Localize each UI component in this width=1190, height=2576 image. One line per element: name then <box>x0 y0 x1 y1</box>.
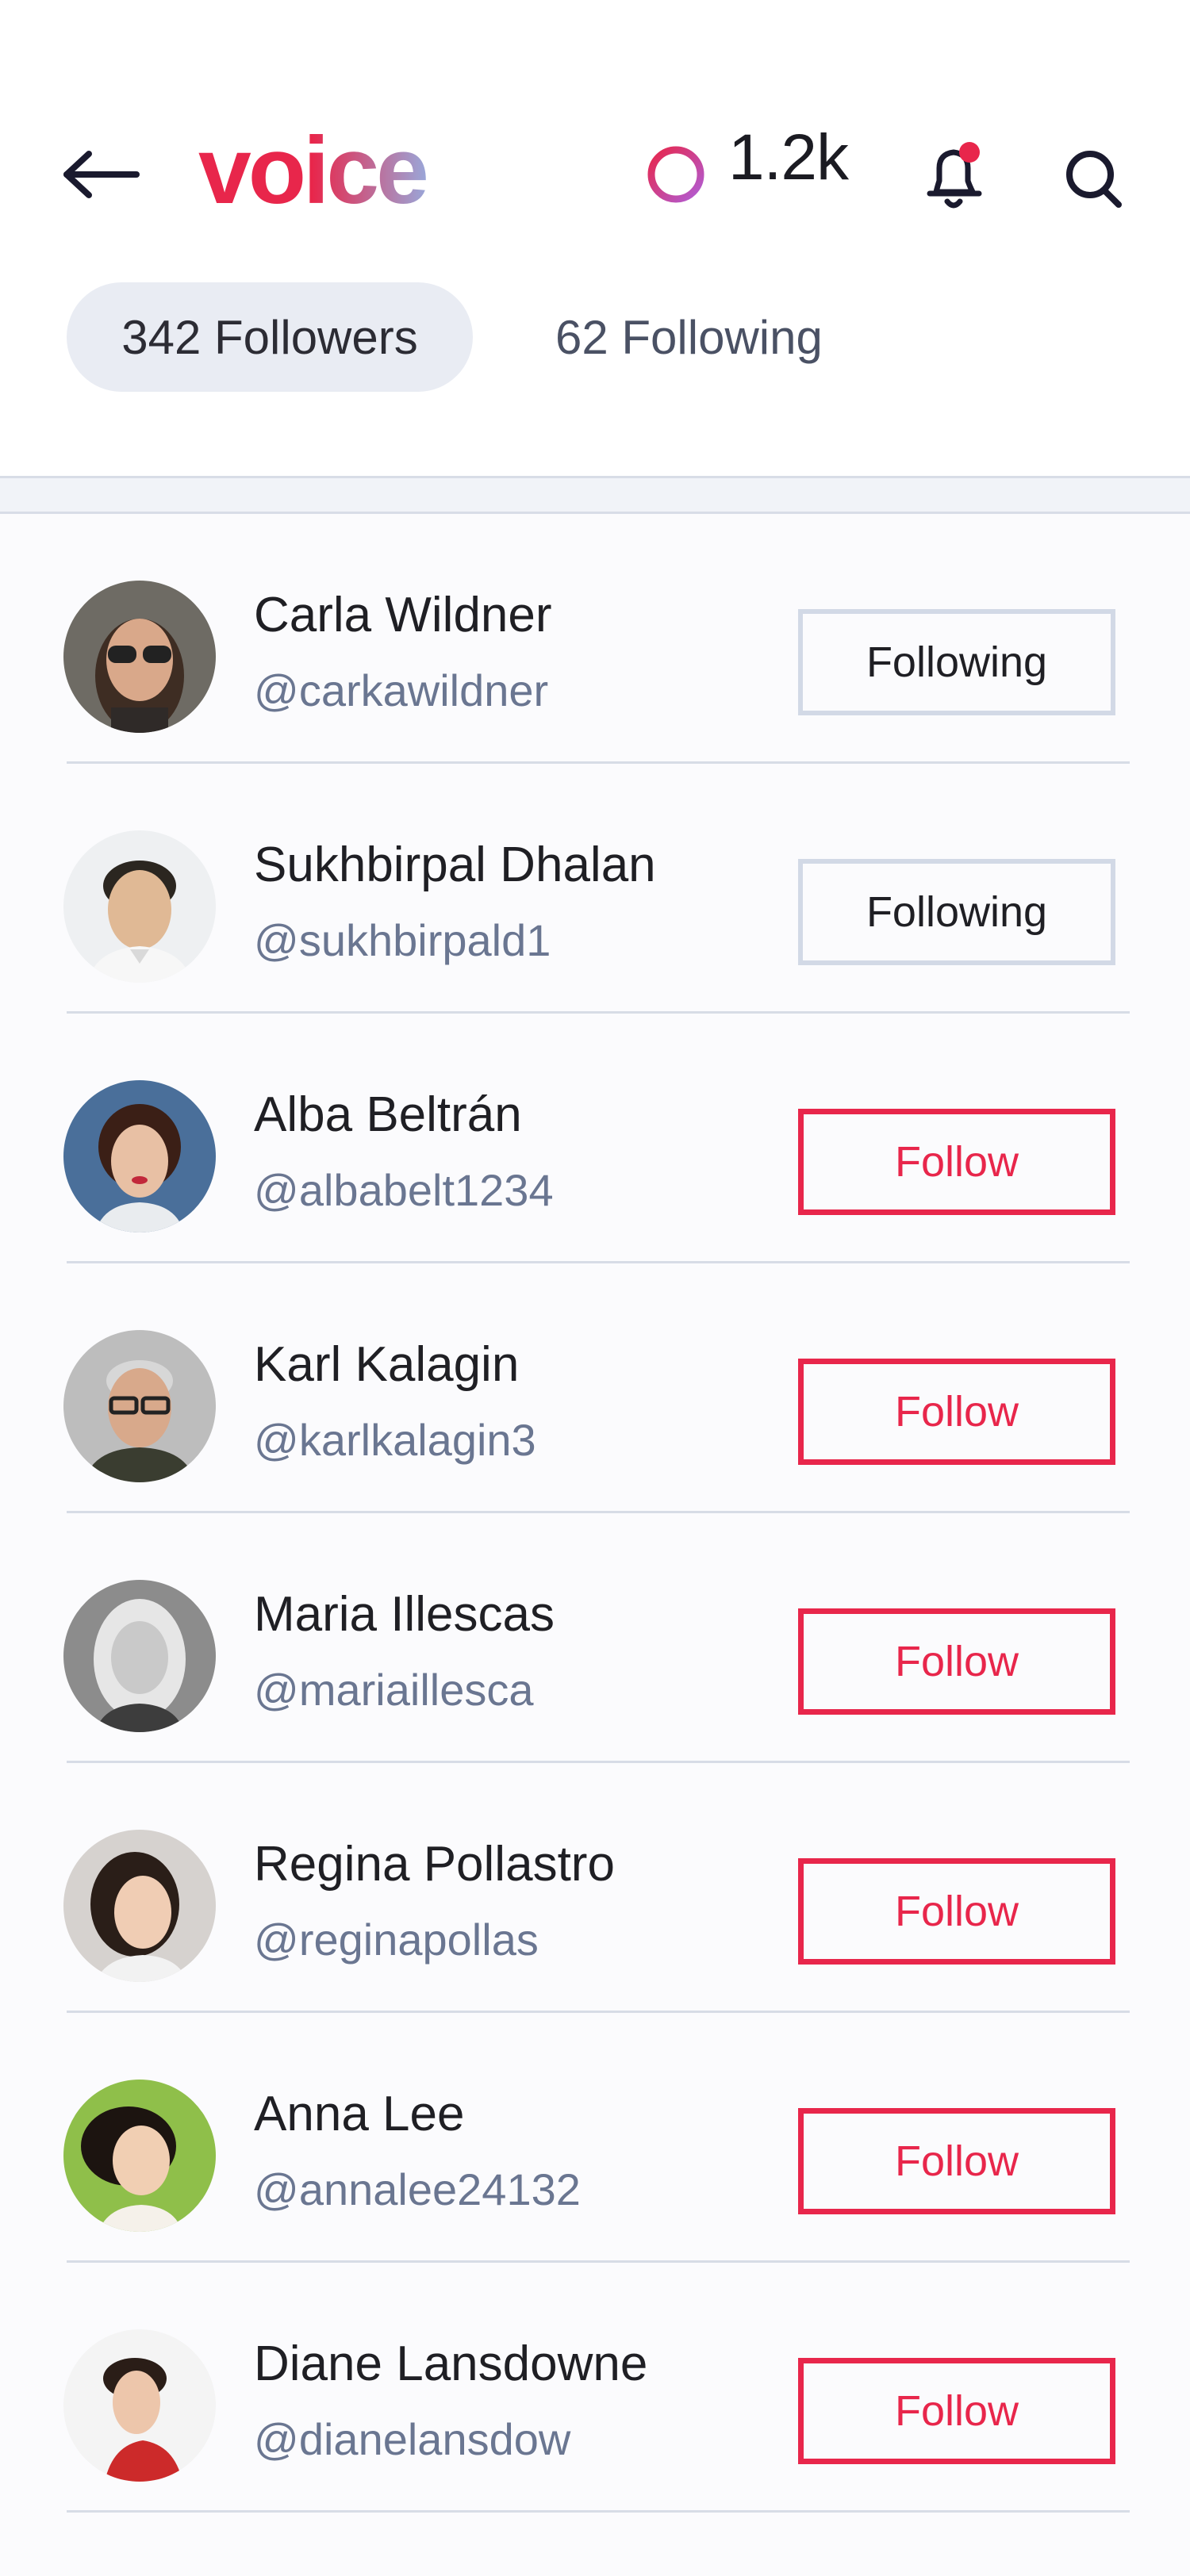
user-handle: @mariaillesca <box>254 1665 534 1715</box>
user-handle: @reginapollas <box>254 1915 539 1965</box>
search-icon[interactable] <box>1060 143 1131 214</box>
user-handle: @carkawildner <box>254 665 549 715</box>
avatar[interactable] <box>63 581 216 733</box>
list-item[interactable]: Anna Lee @annalee24132 Follow <box>0 2013 1190 2263</box>
avatar[interactable] <box>63 1830 216 1982</box>
avatar[interactable] <box>63 1580 216 1732</box>
user-name: Maria Illescas <box>254 1587 555 1642</box>
follow-button[interactable]: Follow <box>798 1359 1115 1465</box>
notification-dot <box>959 142 980 163</box>
tab-followers-label: 342 Followers <box>121 310 418 364</box>
list-item[interactable]: Carla Wildner @carkawildner Following <box>0 514 1190 764</box>
tab-following-label: 62 Following <box>555 310 823 364</box>
follow-button[interactable]: Follow <box>798 1109 1115 1215</box>
avatar[interactable] <box>63 1330 216 1482</box>
following-button[interactable]: Following <box>798 859 1115 965</box>
coin-icon[interactable] <box>644 143 708 206</box>
user-handle: @dianelansdow <box>254 2414 571 2464</box>
user-name: Alba Beltrán <box>254 1087 522 1142</box>
list-item[interactable]: Maria Illescas @mariaillesca Follow <box>0 1513 1190 1763</box>
avatar[interactable] <box>63 2329 216 2482</box>
following-button[interactable]: Following <box>798 609 1115 715</box>
tab-followers[interactable]: 342 Followers <box>67 282 473 392</box>
avatar[interactable] <box>63 2080 216 2232</box>
user-name: Anna Lee <box>254 2087 465 2141</box>
list-item[interactable]: Alba Beltrán @albabelt1234 Follow <box>0 1014 1190 1263</box>
top-bar: voice 1.2k 342 Followers 62 Following <box>0 0 1190 476</box>
user-name: Regina Pollastro <box>254 1837 615 1892</box>
back-arrow-icon[interactable] <box>57 143 144 206</box>
user-handle: @annalee24132 <box>254 2164 581 2214</box>
list-item[interactable]: Regina Pollastro @reginapollas Follow <box>0 1763 1190 2013</box>
notification-bell-icon[interactable] <box>920 136 992 216</box>
list-item[interactable]: Karl Kalagin @karlkalagin3 Follow <box>0 1263 1190 1513</box>
follow-button[interactable]: Follow <box>798 1608 1115 1715</box>
list-item[interactable]: Diane Lansdowne @dianelansdow Follow <box>0 2263 1190 2513</box>
tab-following[interactable]: 62 Following <box>555 282 952 392</box>
logo-text: voice <box>198 121 426 216</box>
followers-list: Carla Wildner @carkawildner Following Su… <box>0 514 1190 2513</box>
user-handle: @albabelt1234 <box>254 1165 554 1215</box>
follow-button[interactable]: Follow <box>798 2108 1115 2214</box>
section-divider <box>0 476 1190 514</box>
follow-button[interactable]: Follow <box>798 1858 1115 1965</box>
user-name: Diane Lansdowne <box>254 2336 648 2391</box>
coin-count: 1.2k <box>728 121 849 194</box>
avatar[interactable] <box>63 830 216 983</box>
user-handle: @sukhbirpald1 <box>254 915 551 965</box>
list-item[interactable]: Sukhbirpal Dhalan @sukhbirpald1 Followin… <box>0 764 1190 1014</box>
follow-button[interactable]: Follow <box>798 2358 1115 2464</box>
user-name: Carla Wildner <box>254 588 552 642</box>
user-name: Sukhbirpal Dhalan <box>254 838 656 892</box>
user-name: Karl Kalagin <box>254 1337 520 1392</box>
voice-logo[interactable]: voice <box>198 117 452 224</box>
user-handle: @karlkalagin3 <box>254 1415 536 1465</box>
avatar[interactable] <box>63 1080 216 1232</box>
